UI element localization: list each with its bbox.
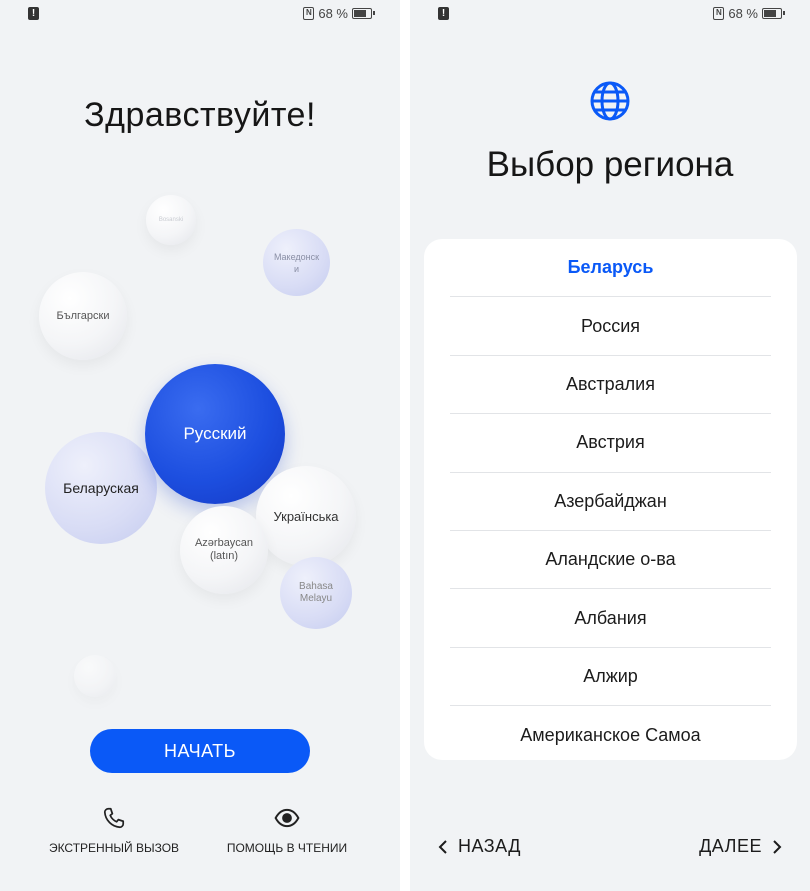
reading-assist-button[interactable]: ПОМОЩЬ В ЧТЕНИИ xyxy=(207,805,367,855)
region-item[interactable]: Австралия xyxy=(450,356,771,415)
language-label: Azərbaycan (latın) xyxy=(194,537,254,562)
language-bubble-bosanski[interactable]: Bosanski xyxy=(146,195,196,245)
region-item[interactable]: Американское Самоа xyxy=(450,706,771,764)
region-item[interactable]: Аландские о-ва xyxy=(450,531,771,590)
status-bar: ! N 68 % xyxy=(0,0,400,28)
language-label: Bahasa Melayu xyxy=(299,581,333,604)
nfc-icon: N xyxy=(303,7,315,20)
emergency-call-button[interactable]: ЭКСТРЕННЫЙ ВЫЗОВ xyxy=(34,805,194,855)
emergency-call-label: ЭКСТРЕННЫЙ ВЫЗОВ xyxy=(48,841,180,855)
next-label: ДАЛЕЕ xyxy=(699,836,762,856)
phone-icon xyxy=(103,807,125,829)
next-button[interactable]: ДАЛЕЕ xyxy=(699,836,782,857)
status-bar: ! N 68 % xyxy=(410,0,810,28)
language-bubble-makedonski[interactable]: Македонски xyxy=(263,229,330,296)
region-item[interactable]: Россия xyxy=(450,297,771,356)
start-button[interactable]: НАЧАТЬ xyxy=(90,729,310,773)
chevron-right-icon xyxy=(773,839,782,854)
eye-icon xyxy=(274,808,300,828)
language-bubble-belarusian[interactable]: Беларуская xyxy=(45,432,157,544)
globe-icon xyxy=(590,81,630,121)
back-button[interactable]: НАЗАД xyxy=(438,836,521,857)
language-bubble-azerbaijani[interactable]: Azərbaycan (latın) xyxy=(180,506,268,594)
alert-icon: ! xyxy=(28,7,39,20)
chevron-left-icon xyxy=(438,839,447,854)
region-list: Беларусь Россия Австралия Австрия Азерба… xyxy=(424,239,797,760)
language-label: Български xyxy=(56,310,110,322)
language-bubble-russian[interactable]: Русский xyxy=(145,364,285,504)
language-bubble-ukrainian[interactable]: Українська xyxy=(256,466,356,566)
language-bubble-bulgarian[interactable]: Български xyxy=(39,272,127,360)
reading-assist-label: ПОМОЩЬ В ЧТЕНИИ xyxy=(226,841,348,855)
page-title: Выбор региона xyxy=(486,145,734,184)
region-item[interactable]: Албания xyxy=(450,589,771,648)
battery-percent: 68 % xyxy=(728,6,758,21)
greeting-title: Здравствуйте! xyxy=(84,96,316,134)
nfc-icon: N xyxy=(713,7,725,20)
language-bubble-faded[interactable] xyxy=(74,655,116,697)
region-item-selected[interactable]: Беларусь xyxy=(450,239,771,298)
welcome-screen: ! N 68 % Здравствуйте! Bosanski Македонс… xyxy=(0,0,400,891)
language-label: Українська xyxy=(273,508,339,524)
region-screen: ! N 68 % Выбор региона Беларусь Россия А… xyxy=(410,0,810,891)
battery-icon xyxy=(352,8,375,19)
language-bubble-malay[interactable]: Bahasa Melayu xyxy=(280,557,352,629)
alert-icon: ! xyxy=(438,7,449,20)
battery-percent: 68 % xyxy=(318,6,348,21)
language-label: Русский xyxy=(183,424,247,443)
region-item[interactable]: Австрия xyxy=(450,414,771,473)
back-label: НАЗАД xyxy=(458,836,521,856)
language-label: Македонски xyxy=(273,251,320,274)
region-item[interactable]: Алжир xyxy=(450,648,771,707)
region-item[interactable]: Азербайджан xyxy=(450,473,771,531)
language-label: Беларуская xyxy=(63,480,139,496)
language-label: Bosanski xyxy=(158,217,184,223)
battery-icon xyxy=(762,8,785,19)
